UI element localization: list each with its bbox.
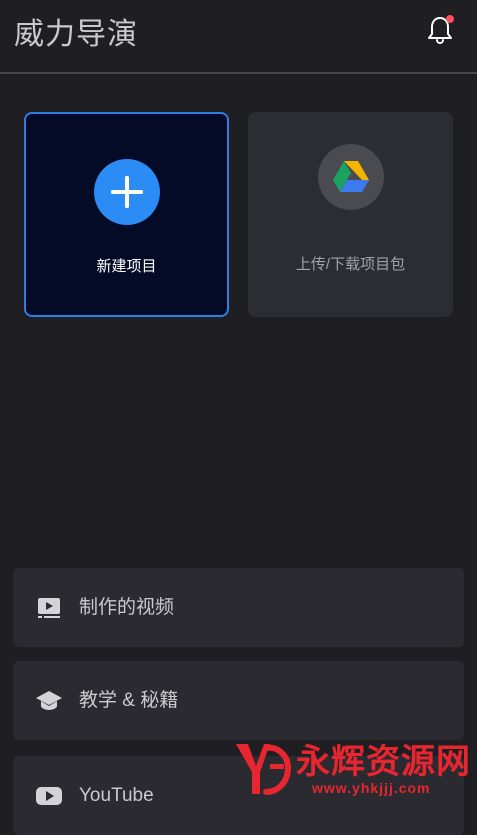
new-project-card[interactable]: 新建项目 [24, 112, 229, 317]
watermark: 永辉资源网 www.yhkjjj.com [230, 738, 477, 800]
video-list-icon [35, 594, 63, 622]
notification-button[interactable] [420, 12, 460, 52]
header-divider [0, 72, 477, 74]
menu-item-label: 制作的视频 [79, 597, 175, 618]
app-header: 威力导演 [0, 0, 477, 74]
menu-item-label: 教学 & 秘籍 [79, 690, 179, 711]
menu-item-produced-videos[interactable]: 制作的视频 [13, 568, 464, 647]
app-title: 威力导演 [14, 18, 138, 51]
notification-badge-dot [446, 15, 454, 23]
menu-item-label: YouTube [79, 785, 154, 806]
watermark-url: www.yhkjjj.com [312, 780, 431, 796]
graduation-cap-icon [35, 687, 63, 715]
watermark-logo-icon [236, 744, 292, 795]
upload-download-card[interactable]: 上传/下载项目包 [248, 112, 453, 317]
menu-item-tutorials[interactable]: 教学 & 秘籍 [13, 661, 464, 740]
plus-icon [93, 159, 160, 225]
youtube-icon [35, 782, 63, 810]
new-project-label: 新建项目 [96, 258, 157, 275]
watermark-text: 永辉资源网 [296, 743, 471, 781]
google-drive-icon [317, 144, 384, 210]
upload-download-label: 上传/下载项目包 [295, 256, 406, 273]
